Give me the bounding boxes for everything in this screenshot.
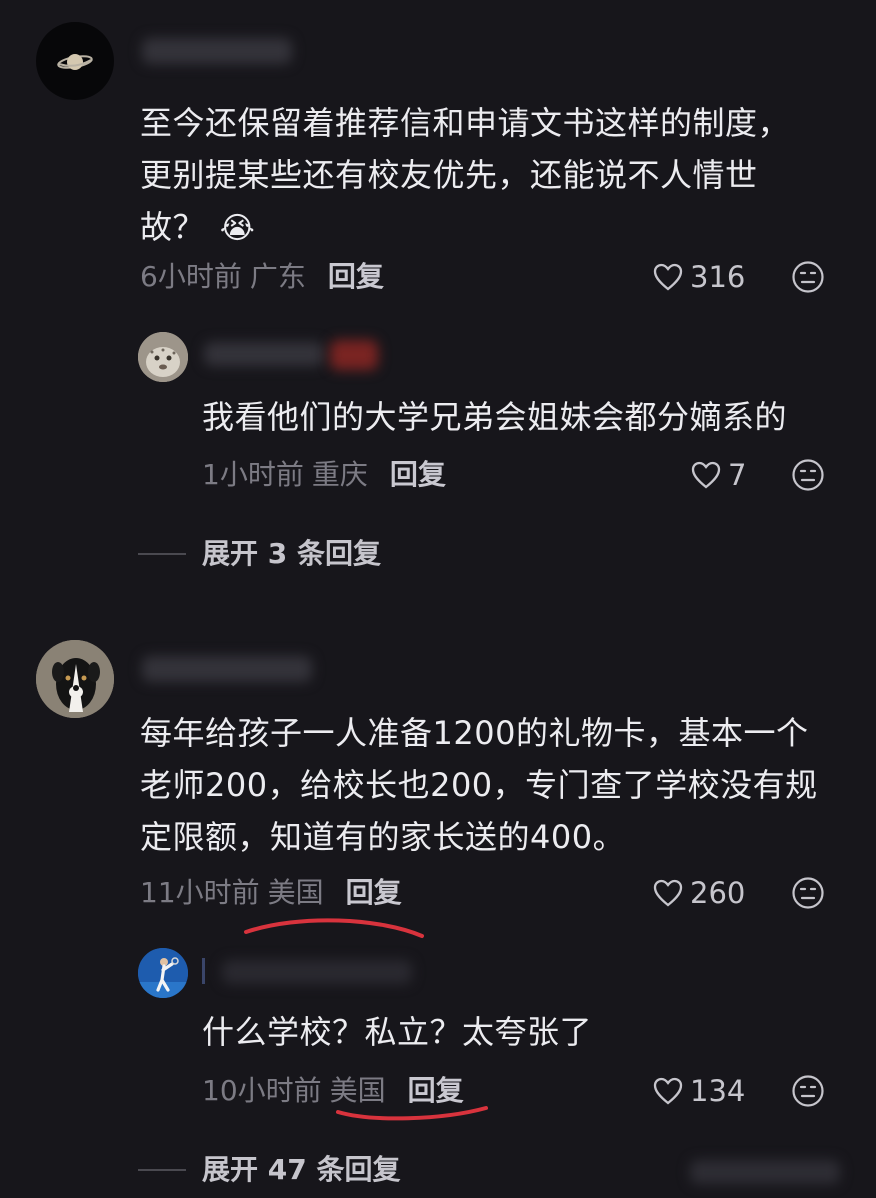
reply-button[interactable]: 回复	[328, 260, 384, 293]
like-count: 7	[728, 458, 747, 492]
crying-emoji: 😭	[219, 211, 256, 246]
comment-text: 至今还保留着推荐信和申请文书这样的制度，更别提某些还有校友优先，还能说不人情世故…	[140, 104, 791, 246]
neutral-face-icon[interactable]	[791, 876, 825, 910]
like-count: 134	[690, 1074, 746, 1108]
like-button[interactable]: 260	[652, 873, 745, 913]
expand-label: 展开 3 条回复	[202, 537, 381, 570]
like-count: 316	[690, 260, 746, 294]
location: 广东	[249, 260, 306, 293]
like-button[interactable]: 7	[690, 455, 746, 495]
divider	[138, 553, 186, 555]
comment-meta: 11小时前 美国 回复	[140, 873, 402, 913]
reply-button[interactable]: 回复	[346, 876, 402, 909]
timestamp: 1小时前	[202, 458, 304, 491]
avatar-snow-leopard[interactable]	[138, 332, 188, 382]
reply-button[interactable]: 回复	[390, 458, 446, 491]
username-blurred[interactable]	[142, 656, 312, 682]
neutral-face-icon[interactable]	[791, 260, 825, 294]
like-button[interactable]: 316	[652, 257, 745, 297]
expand-replies-button[interactable]: 展开 47 条回复	[138, 1150, 400, 1190]
reply-text: 我看他们的大学兄弟会姐妹会都分嫡系的	[202, 398, 788, 436]
avatar-dog[interactable]	[36, 640, 114, 718]
timestamp: 11小时前	[140, 876, 260, 909]
avatar-tennis-player[interactable]	[138, 948, 188, 998]
divider	[138, 1169, 186, 1171]
like-count: 260	[690, 876, 746, 910]
red-underline-annotation	[244, 918, 424, 938]
badge-blurred	[330, 340, 378, 370]
red-underline-annotation	[336, 1106, 488, 1121]
like-button[interactable]: 134	[652, 1071, 745, 1111]
timestamp: 10小时前	[202, 1074, 322, 1107]
timestamp: 6小时前	[140, 260, 242, 293]
heart-outline-icon	[653, 879, 683, 907]
watermark-blurred	[690, 1160, 840, 1184]
reply-meta: 1小时前 重庆 回复	[202, 455, 446, 495]
comment-text: 每年给孩子一人准备1200的礼物卡，基本一个老师200，给校长也200，专门查了…	[140, 714, 818, 856]
expand-label: 展开 47 条回复	[202, 1153, 401, 1186]
reply-text: 什么学校？私立？太夸张了	[202, 1013, 593, 1051]
neutral-face-icon[interactable]	[791, 1074, 825, 1108]
expand-replies-button[interactable]: 展开 3 条回复	[138, 534, 381, 574]
neutral-face-icon[interactable]	[791, 458, 825, 492]
username-blurred[interactable]	[142, 38, 292, 64]
location: 重庆	[311, 458, 368, 491]
location: 美国	[267, 876, 324, 909]
username-blurred[interactable]	[222, 960, 412, 984]
username-glyph	[202, 958, 219, 984]
heart-outline-icon	[691, 461, 721, 489]
heart-outline-icon	[653, 1077, 683, 1105]
heart-outline-icon	[653, 263, 683, 291]
comment-meta: 6小时前 广东 回复	[140, 257, 384, 297]
username-blurred[interactable]	[204, 342, 324, 366]
avatar-saturn[interactable]	[36, 22, 114, 100]
